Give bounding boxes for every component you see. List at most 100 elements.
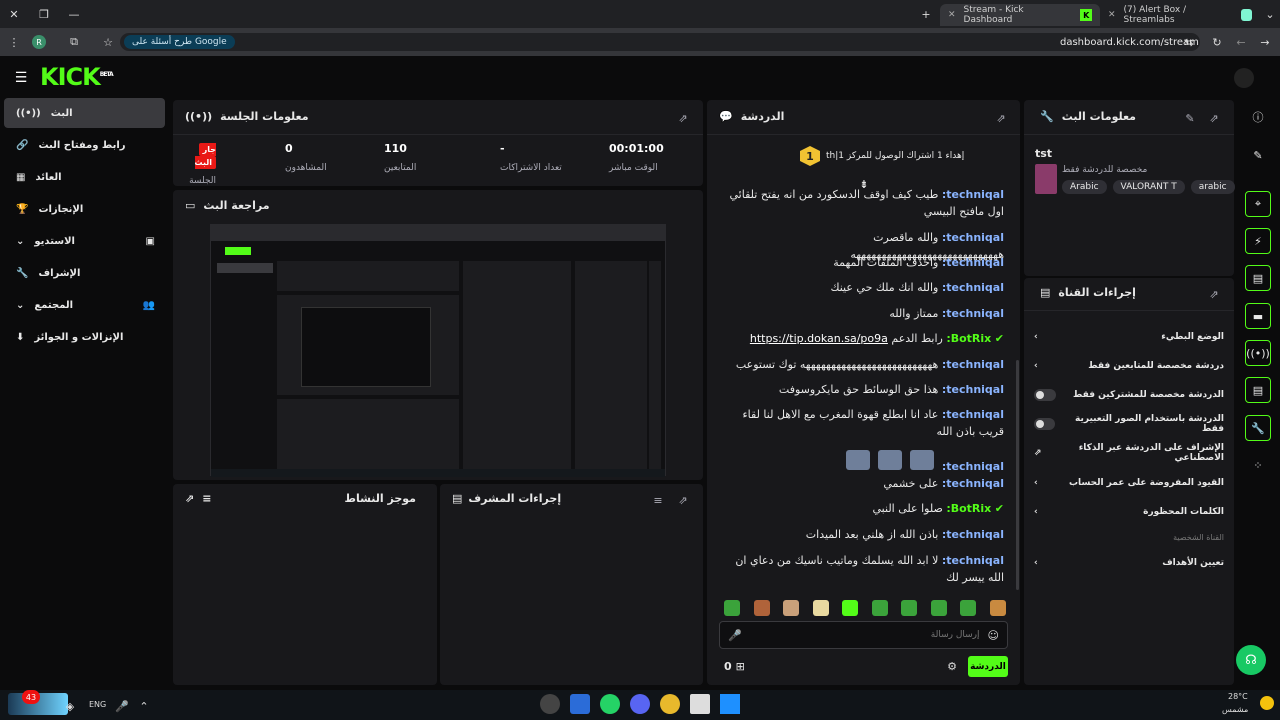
minimize-window-icon[interactable]: — xyxy=(66,6,82,22)
sidebar-item-community[interactable]: ⌄ المجتمع 👥 xyxy=(4,290,165,320)
chrome-icon[interactable] xyxy=(660,694,680,714)
file-explorer-icon[interactable] xyxy=(690,694,710,714)
action-subscribers-only[interactable]: الدردشة مخصصة للمشتركين فقط xyxy=(1034,382,1224,408)
extensions-icon[interactable]: ⧉ xyxy=(66,34,82,50)
chat-username[interactable]: techniqal: xyxy=(942,477,1004,490)
camera-focus-icon[interactable]: ⌖ xyxy=(1245,191,1271,217)
network-icon[interactable]: ◈ xyxy=(62,698,78,714)
obs-icon[interactable] xyxy=(540,694,560,714)
emote-button[interactable] xyxy=(901,600,918,616)
emote-button[interactable] xyxy=(724,600,740,616)
restore-window-icon[interactable]: ❐ xyxy=(36,6,52,22)
chat-scrollbar[interactable] xyxy=(1016,360,1019,590)
chat-username[interactable]: techniqal: xyxy=(942,383,1004,396)
clipboard-icon[interactable]: ▤ xyxy=(1245,265,1271,291)
action-followers-only[interactable]: دردشة مخصصة للمتابعين فقط › xyxy=(1034,353,1224,379)
channel-points[interactable]: 0 ⊞ xyxy=(724,660,745,673)
reload-icon[interactable]: ↻ xyxy=(1209,34,1225,50)
emote-button[interactable] xyxy=(812,600,829,616)
close-tab-icon[interactable]: ✕ xyxy=(1108,10,1116,20)
sidebar-item-revenue[interactable]: ▦ العائد xyxy=(4,162,165,192)
emote-button[interactable] xyxy=(783,600,800,616)
broadcast-icon[interactable]: ((•)) xyxy=(1245,340,1271,366)
tag[interactable]: Arabic xyxy=(1062,180,1107,194)
emote-button[interactable] xyxy=(960,600,977,616)
chat-username[interactable]: techniqal: xyxy=(942,281,1004,294)
user-avatar[interactable] xyxy=(1234,68,1254,88)
chat-username[interactable]: techniqal: xyxy=(942,358,1004,371)
chat-username[interactable]: techniqal: xyxy=(942,188,1004,201)
emote-button[interactable] xyxy=(753,600,770,616)
microphone-icon[interactable]: 🎤 xyxy=(114,698,130,714)
sidebar-item-achievements[interactable]: 🏆 الإنجازات xyxy=(4,194,165,224)
popout-icon[interactable]: ⇗ xyxy=(675,110,691,126)
filter-icon[interactable]: ≡ xyxy=(202,492,211,505)
whatsapp-icon[interactable] xyxy=(600,694,620,714)
support-chat-icon[interactable]: ☊ xyxy=(1236,645,1266,675)
action-set-goals[interactable]: تعيين الأهداف › xyxy=(1034,550,1224,576)
chat-bubble-icon[interactable]: ▬ xyxy=(1245,303,1271,329)
back-icon[interactable]: → xyxy=(1257,34,1273,50)
filter-icon[interactable]: ≡ xyxy=(650,492,666,508)
new-tab-icon[interactable]: + xyxy=(918,6,934,22)
weather-text[interactable]: مشمس xyxy=(1222,705,1248,714)
windows-start-icon[interactable] xyxy=(720,694,740,714)
sidebar-item-studio[interactable]: ⌄ الاستديو ▣ xyxy=(4,226,165,256)
sidebar-item-drops[interactable]: ⬇ الإنزالات و الجوائز xyxy=(4,322,165,352)
more-dots-icon[interactable]: ⁘ xyxy=(1245,452,1271,478)
action-ai-moderation[interactable]: الإشراف على الدردشة عبر الذكاء الاصطناعي… xyxy=(1034,440,1224,466)
bookmark-star-icon[interactable]: ☆ xyxy=(100,34,116,50)
action-emotes-only[interactable]: الدردشة باستخدام الصور التعبيرية فقط xyxy=(1034,411,1224,437)
site-settings-icon[interactable]: ⇆ xyxy=(1181,34,1197,50)
address-bar[interactable] xyxy=(120,33,1200,51)
chat-username[interactable]: techniqal: xyxy=(942,231,1004,244)
tag[interactable]: VALORANT T xyxy=(1112,180,1185,194)
chat-username[interactable]: techniqal: xyxy=(942,460,1004,473)
emote-button[interactable] xyxy=(930,600,947,616)
close-tab-icon[interactable]: ✕ xyxy=(948,10,956,20)
tab-kick-dashboard[interactable]: ✕ Stream - Kick Dashboard K xyxy=(940,4,1100,26)
action-slow-mode[interactable]: الوضع البطيء › xyxy=(1034,324,1224,350)
chat-username[interactable]: BotRix: xyxy=(946,332,991,345)
action-account-age[interactable]: القيود المفروضة على عمر الحساب › xyxy=(1034,470,1224,496)
profile-avatar[interactable]: R xyxy=(32,35,46,49)
wrench-icon[interactable]: 🔧 xyxy=(1245,415,1271,441)
emotes-only-toggle[interactable] xyxy=(1034,418,1056,430)
emoji-picker-icon[interactable]: ☺ xyxy=(988,629,999,642)
chat-username[interactable]: techniqal: xyxy=(942,307,1004,320)
menu-dots-icon[interactable]: ⋮ xyxy=(6,34,22,50)
popout-icon[interactable]: ⇗ xyxy=(675,492,691,508)
chat-username[interactable]: BotRix: xyxy=(946,502,991,515)
subscribers-only-toggle[interactable] xyxy=(1034,389,1056,401)
emote-button[interactable] xyxy=(842,600,859,616)
stream-preview-video[interactable] xyxy=(210,224,666,477)
hamburger-menu-icon[interactable]: ☰ xyxy=(13,70,29,86)
chat-username[interactable]: techniqal: xyxy=(942,554,1004,567)
close-window-icon[interactable]: ✕ xyxy=(6,6,22,22)
info-icon[interactable]: ⓘ xyxy=(1245,104,1271,130)
sidebar-item-stream[interactable]: ((•)) البث xyxy=(4,98,165,128)
tab-streamlabs[interactable]: ✕ (7) Alert Box / Streamlabs xyxy=(1100,4,1260,26)
emote-button[interactable] xyxy=(871,600,888,616)
sidebar-item-stream-key[interactable]: 🔗 رابط ومفتاح البث xyxy=(4,130,165,160)
popout-icon[interactable]: ⇗ xyxy=(185,492,194,505)
language-indicator[interactable]: ENG xyxy=(89,700,106,709)
chat-username[interactable]: techniqal: xyxy=(942,408,1004,421)
tag[interactable]: arabic xyxy=(1190,180,1235,194)
lightning-icon[interactable]: ⚡ xyxy=(1245,228,1271,254)
kick-logo[interactable]: KICKBETA xyxy=(40,63,114,91)
emote-button[interactable] xyxy=(989,600,1006,616)
pinned-gift-banner[interactable]: 1 th|إهداء 1 اشتراك الوصول للمركز 1 xyxy=(800,146,964,166)
edit-pencil-icon[interactable]: ✎ xyxy=(1182,110,1198,126)
chat-username[interactable]: techniqal: xyxy=(942,528,1004,541)
popout-icon[interactable]: ⇗ xyxy=(993,110,1009,126)
tab-search-icon[interactable]: ⌄ xyxy=(1262,6,1278,22)
forward-icon[interactable]: ← xyxy=(1233,34,1249,50)
chat-send-button[interactable]: الدردشة xyxy=(968,656,1008,677)
action-banned-words[interactable]: الكلمات المحظورة › xyxy=(1034,499,1224,525)
chat-username[interactable]: techniqal: xyxy=(942,256,1004,269)
microphone-icon[interactable]: 🎤 xyxy=(728,629,742,642)
chat-settings-icon[interactable]: ⚙ xyxy=(944,658,960,674)
weather-temp[interactable]: 28°C xyxy=(1228,692,1248,701)
chat-link[interactable]: https://tip.dokan.sa/po9a xyxy=(750,332,888,345)
